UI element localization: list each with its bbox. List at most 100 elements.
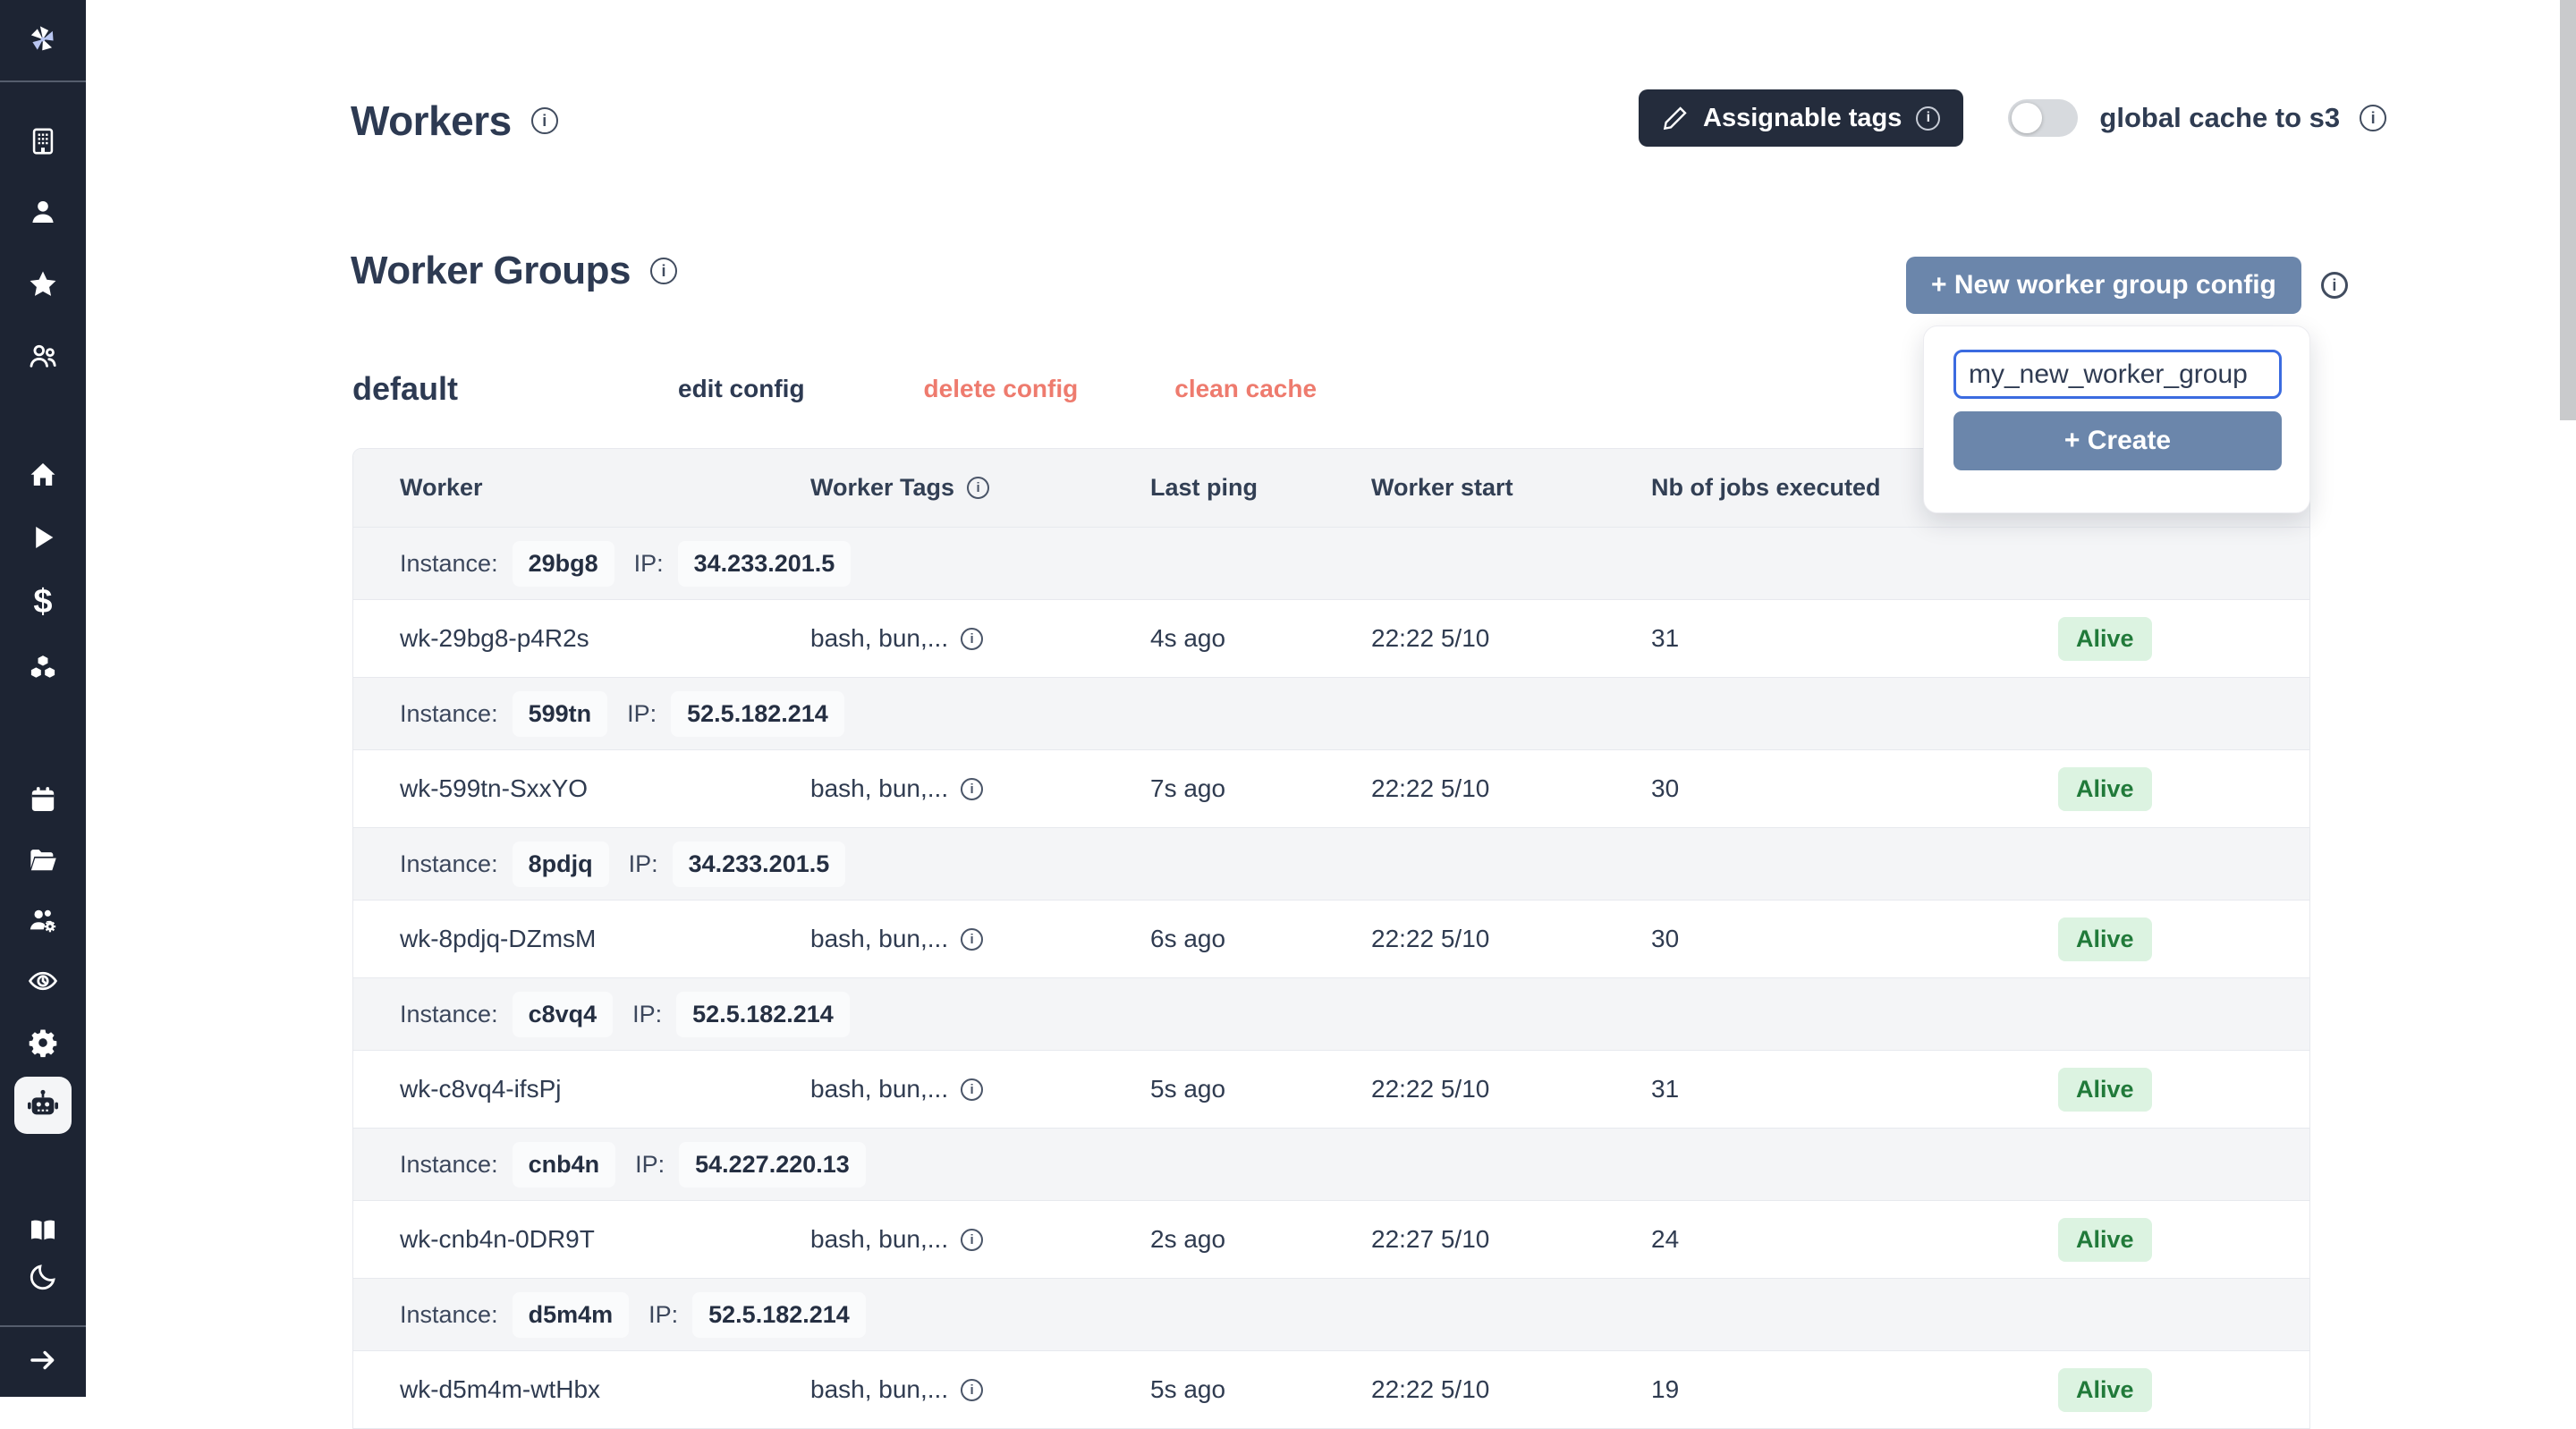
worker-tags: bash, bun,...i <box>810 624 1150 653</box>
instance-row: Instance:cnb4nIP:54.227.220.13 <box>353 1128 2309 1200</box>
worker-start: 22:22 5/10 <box>1371 925 1651 953</box>
info-icon[interactable]: i <box>961 628 983 650</box>
delete-config-link[interactable]: delete config <box>924 375 1079 403</box>
info-icon[interactable]: i <box>961 1078 983 1101</box>
cubes-icon[interactable] <box>23 648 63 688</box>
worker-row: wk-8pdjq-DZmsMbash, bun,...i6s ago22:22 … <box>353 900 2309 977</box>
worker-group-name-input[interactable] <box>1953 350 2282 399</box>
global-cache-toggle[interactable] <box>2008 99 2078 137</box>
worker-row: wk-29bg8-p4R2sbash, bun,...i4s ago22:22 … <box>353 599 2309 677</box>
clean-cache-link[interactable]: clean cache <box>1174 375 1317 403</box>
global-cache-label: global cache to s3 <box>2099 102 2340 134</box>
instance-id-chip: cnb4n <box>513 1142 616 1188</box>
worker-tags: bash, bun,...i <box>810 1225 1150 1254</box>
assignable-tags-label: Assignable tags <box>1703 104 1902 133</box>
worker-row: wk-c8vq4-ifsPjbash, bun,...i5s ago22:22 … <box>353 1050 2309 1128</box>
worker-tags: bash, bun,...i <box>810 1075 1150 1103</box>
worker-table: Worker Worker Tags i Last ping Worker st… <box>352 448 2310 1429</box>
moon-icon[interactable] <box>23 1257 63 1297</box>
worker-start: 22:22 5/10 <box>1371 1075 1651 1103</box>
jobs-executed: 24 <box>1651 1225 2058 1254</box>
info-icon[interactable]: i <box>2360 105 2386 131</box>
edit-config-link[interactable]: edit config <box>678 375 805 403</box>
ip-label: IP: <box>627 700 657 728</box>
jobs-executed: 30 <box>1651 925 2058 953</box>
worker-row: wk-cnb4n-0DR9Tbash, bun,...i2s ago22:27 … <box>353 1200 2309 1278</box>
instance-row: Instance:8pdjqIP:34.233.201.5 <box>353 827 2309 900</box>
status-badge: Alive <box>2058 1368 2152 1412</box>
worker-groups-title: Worker Groups <box>351 249 631 293</box>
gear-icon[interactable] <box>23 1023 63 1062</box>
robot-icon[interactable] <box>14 1077 72 1134</box>
folder-icon[interactable] <box>23 841 63 880</box>
worker-tags: bash, bun,...i <box>810 1375 1150 1404</box>
toggle-knob <box>2012 103 2042 133</box>
info-icon[interactable]: i <box>961 778 983 800</box>
user-icon[interactable] <box>23 192 63 232</box>
ip-label: IP: <box>629 850 658 878</box>
info-icon[interactable]: i <box>2321 272 2348 299</box>
worker-row: wk-d5m4m-wtHbxbash, bun,...i5s ago22:22 … <box>353 1350 2309 1428</box>
instance-id-chip: 599tn <box>513 691 608 737</box>
group-name: default <box>352 370 678 408</box>
new-worker-group-popup: + Create <box>1923 326 2310 513</box>
worker-name: wk-8pdjq-DZmsM <box>400 925 810 953</box>
page-title: Workers <box>351 97 512 145</box>
dollar-icon[interactable]: $ <box>23 582 63 621</box>
instance-ip-chip: 52.5.182.214 <box>671 691 844 737</box>
instance-label: Instance: <box>400 1001 498 1028</box>
instance-row: Instance:29bg8IP:34.233.201.5 <box>353 527 2309 599</box>
create-button[interactable]: + Create <box>1953 411 2282 470</box>
col-worker-tags: Worker Tags i <box>810 474 1150 502</box>
instance-id-chip: c8vq4 <box>513 992 614 1037</box>
star-icon[interactable] <box>23 265 63 304</box>
col-last-ping: Last ping <box>1150 474 1371 502</box>
info-icon[interactable]: i <box>1916 106 1940 131</box>
worker-start: 22:27 5/10 <box>1371 1225 1651 1254</box>
home-icon[interactable] <box>23 455 63 495</box>
worker-row: wk-599tn-SxxYObash, bun,...i7s ago22:22 … <box>353 749 2309 827</box>
worker-table-body: Instance:29bg8IP:34.233.201.5wk-29bg8-p4… <box>353 527 2309 1428</box>
sidebar-divider <box>0 1325 86 1327</box>
instance-row: Instance: 599tn IP: 52.5.182.214 <box>353 677 2309 749</box>
pencil-icon <box>1662 105 1689 131</box>
book-icon[interactable] <box>23 1211 63 1250</box>
worker-groups-header: Worker Groups i <box>351 249 677 293</box>
calendar-icon[interactable] <box>23 780 63 819</box>
last-ping: 6s ago <box>1150 925 1371 953</box>
page-header: Workers i <box>351 97 558 145</box>
building-icon[interactable] <box>23 122 63 161</box>
status-badge: Alive <box>2058 917 2152 961</box>
instance-id-chip: 8pdjq <box>513 841 609 887</box>
info-icon[interactable]: i <box>961 928 983 951</box>
new-worker-group-config-button[interactable]: + New worker group config <box>1906 257 2301 314</box>
instance-ip-chip: 54.227.220.13 <box>679 1142 866 1188</box>
arrow-right-icon[interactable] <box>23 1340 63 1380</box>
col-worker: Worker <box>400 474 810 502</box>
col-worker-start: Worker start <box>1371 474 1651 502</box>
assignable-tags-button[interactable]: Assignable tags i <box>1639 89 1963 147</box>
sidebar: $ <box>0 0 86 1397</box>
status-badge: Alive <box>2058 1218 2152 1262</box>
instance-ip-chip: 34.233.201.5 <box>673 841 846 887</box>
instance-label: Instance: <box>400 700 498 728</box>
windmill-logo[interactable] <box>23 20 63 59</box>
instance-ip-chip: 52.5.182.214 <box>676 992 850 1037</box>
play-icon[interactable] <box>23 518 63 557</box>
last-ping: 5s ago <box>1150 1075 1371 1103</box>
info-icon[interactable]: i <box>531 107 558 134</box>
info-icon[interactable]: i <box>650 258 677 284</box>
eye-icon[interactable] <box>23 961 63 1001</box>
users-icon[interactable] <box>23 336 63 376</box>
info-icon[interactable]: i <box>961 1229 983 1251</box>
jobs-executed: 30 <box>1651 774 2058 803</box>
vertical-scrollbar[interactable] <box>2560 0 2576 420</box>
instance-id-chip: 29bg8 <box>513 541 614 587</box>
instance-ip-chip: 34.233.201.5 <box>678 541 852 587</box>
users-cog-icon[interactable] <box>23 901 63 940</box>
ip-label: IP: <box>635 1151 665 1179</box>
info-icon[interactable]: i <box>967 477 989 499</box>
info-icon[interactable]: i <box>961 1379 983 1401</box>
worker-tags: bash, bun,...i <box>810 925 1150 953</box>
last-ping: 5s ago <box>1150 1375 1371 1404</box>
